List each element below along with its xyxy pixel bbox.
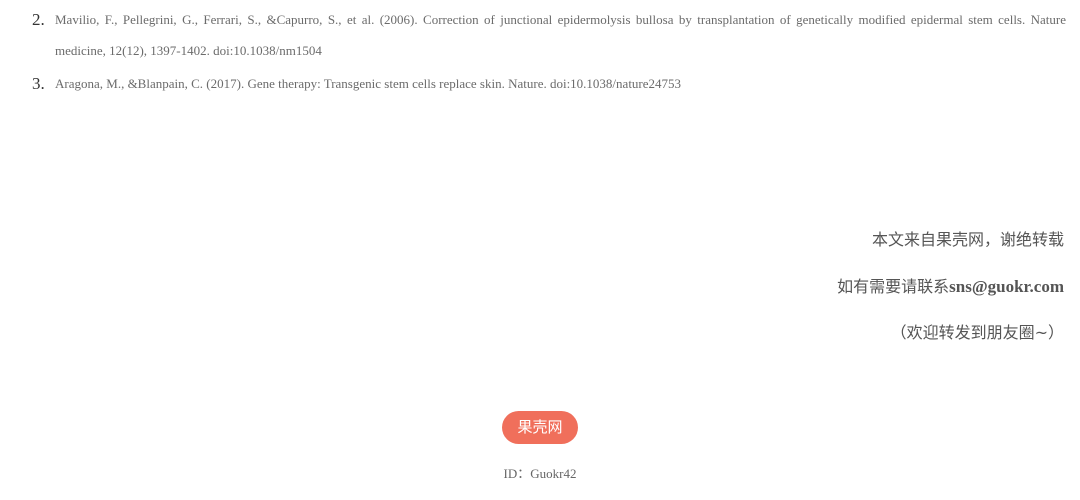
- reference-number: 3.: [32, 74, 45, 93]
- account-id: ID：Guokr42: [503, 466, 577, 481]
- contact-prefix: 如有需要请联系: [837, 277, 950, 296]
- share-note: （欢迎转发到朋友圈~）: [890, 323, 1064, 342]
- reference-number: 2.: [32, 10, 45, 29]
- source-note: 本文来自果壳网，谢绝转载: [871, 230, 1064, 249]
- brand-badge[interactable]: 果壳网: [502, 411, 578, 444]
- reference-text: Mavilio, F., Pellegrini, G., Ferrari, S.…: [55, 12, 1066, 58]
- reference-text: Aragona, M., &Blanpain, C. (2017). Gene …: [55, 76, 682, 91]
- reference-list: 2. Mavilio, F., Pellegrini, G., Ferrari,…: [32, 4, 1066, 99]
- reference-item-3: 3. Aragona, M., &Blanpain, C. (2017). Ge…: [32, 68, 1066, 99]
- reference-item-2: 2. Mavilio, F., Pellegrini, G., Ferrari,…: [32, 4, 1066, 66]
- contact-email: sns@guokr.com: [949, 277, 1064, 296]
- contact-note: 如有需要请联系sns@guokr.com: [837, 273, 1064, 297]
